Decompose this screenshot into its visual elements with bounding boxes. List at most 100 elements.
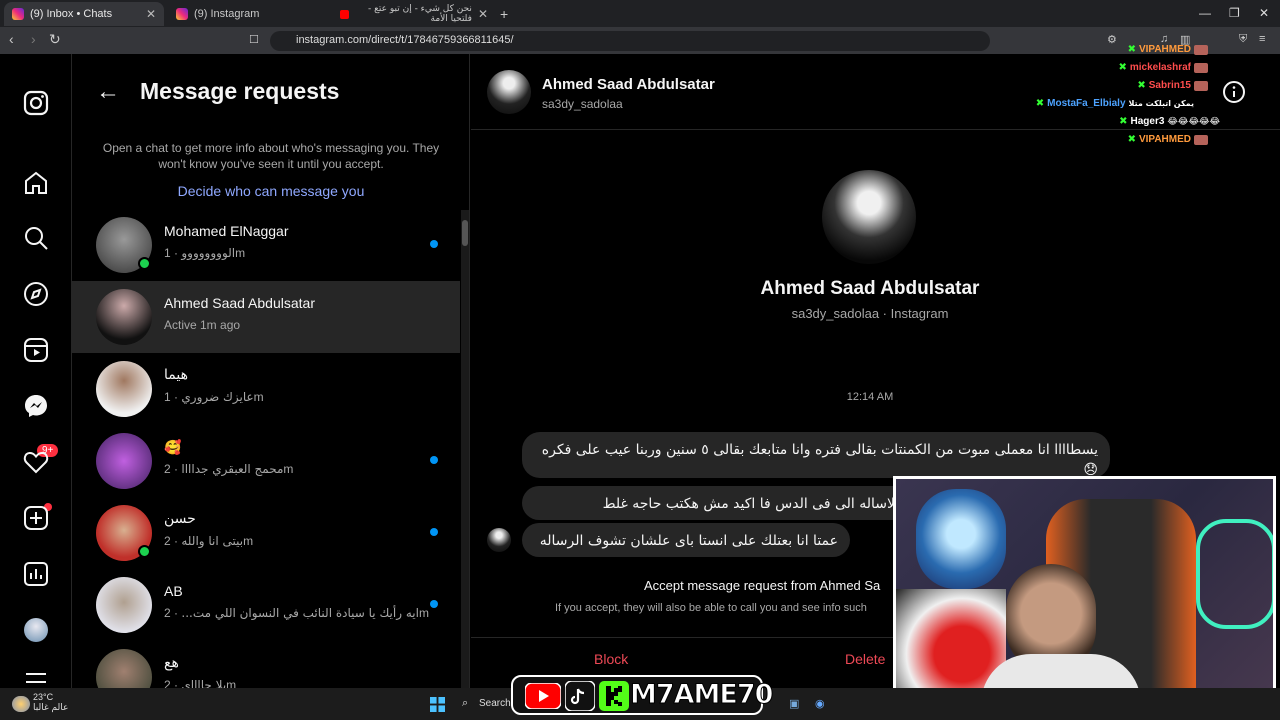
- scrollbar-thumb[interactable]: [462, 220, 468, 246]
- chat-header-name[interactable]: Ahmed Saad Abdulsatar: [542, 76, 715, 93]
- close-tab-icon[interactable]: ✕: [146, 7, 156, 21]
- taskbar-app-icon[interactable]: ▣: [789, 697, 799, 710]
- streamer-name: M7AME70: [629, 679, 773, 711]
- bookmark-icon[interactable]: ☐: [249, 33, 259, 46]
- instagram-favicon-icon: [12, 8, 24, 20]
- sender-avatar: [487, 528, 511, 552]
- dashboard-icon[interactable]: [22, 560, 50, 588]
- weather-description[interactable]: عالم غالبا: [33, 703, 68, 713]
- home-icon[interactable]: [22, 169, 50, 197]
- unread-dot: [430, 456, 438, 464]
- delete-button[interactable]: Delete: [845, 651, 885, 667]
- decide-who-link[interactable]: Decide who can message you: [72, 183, 470, 199]
- kick-icon: ✖: [1118, 62, 1127, 73]
- weather-icon[interactable]: [12, 696, 30, 712]
- youtube-favicon-icon: [340, 9, 350, 19]
- tab-instagram[interactable]: (9) Instagram: [168, 2, 328, 26]
- profile-subtitle: sa3dy_sadolaa · Instagram: [791, 306, 949, 321]
- preview-text: عايزك ضروري: [181, 390, 254, 404]
- request-name: Ahmed Saad Abdulsatar: [164, 295, 315, 311]
- block-button[interactable]: Block: [594, 651, 628, 667]
- taskbar-search-label[interactable]: Search: [479, 698, 511, 709]
- chat-header-username: sa3dy_sadolaa: [542, 97, 623, 111]
- heart-icon[interactable]: [22, 448, 50, 476]
- tab-inbox[interactable]: (9) Inbox • Chats ✕: [4, 2, 164, 26]
- request-preview: بيتى انا والله · 2m: [164, 534, 253, 548]
- request-row[interactable]: حسن بيتى انا والله · 2m: [72, 497, 460, 569]
- message-timestamp: 12:14 AM: [846, 391, 894, 403]
- message-requests-panel: ← Message requests Open a chat to get mo…: [72, 54, 470, 705]
- maximize-icon[interactable]: ❐: [1229, 6, 1240, 20]
- profile-name: Ahmed Saad Abdulsatar: [760, 278, 980, 299]
- url-text: instagram.com/direct/t/17846759366811645…: [296, 34, 514, 46]
- message-bubble[interactable]: العبه الاساله الى فى الدس فا اكيد مش هكت…: [522, 486, 942, 520]
- webcam-overlay: [893, 476, 1276, 716]
- avatar: [96, 289, 152, 345]
- preview-text: بيتى انا والله: [181, 534, 244, 548]
- stream-chat-line: ✖ Sabrin15: [1137, 80, 1208, 91]
- close-tab-icon[interactable]: ✕: [478, 7, 488, 21]
- messenger-icon[interactable]: [22, 392, 50, 420]
- preview-text: محمج العبقري جداااا: [181, 462, 284, 476]
- reels-icon[interactable]: [22, 336, 50, 364]
- chat-message: 😂😂😂😂😂: [1167, 116, 1220, 126]
- kick-icon: ✖: [1127, 134, 1136, 145]
- profile-avatar-large[interactable]: [822, 170, 916, 264]
- unread-dot: [430, 528, 438, 536]
- request-row-selected[interactable]: Ahmed Saad Abdulsatar Active 1m ago: [72, 281, 460, 353]
- search-icon[interactable]: [22, 224, 50, 252]
- back-icon[interactable]: ‹: [9, 31, 14, 47]
- kick-icon: ✖: [1127, 44, 1136, 55]
- kick-logo-icon: [599, 681, 629, 711]
- online-indicator: [138, 545, 151, 558]
- url-field[interactable]: instagram.com/direct/t/17846759366811645…: [270, 31, 990, 51]
- reload-icon[interactable]: ↻: [49, 31, 61, 48]
- accept-request-subtext: If you accept, they will also be able to…: [555, 602, 867, 614]
- windows-start-icon[interactable]: [430, 697, 445, 712]
- request-preview: ايه رأيك يا سيادة النائب في النسوان اللي…: [164, 606, 429, 620]
- tab-label: نحن كل شيء - إن تبو عتع - فلتحيا الأمة: [368, 4, 472, 24]
- instagram-sidebar: 9+: [0, 54, 72, 700]
- message-bubble[interactable]: يسطاااا انا معملى مبوت من الكمنتات بقالى…: [522, 432, 1110, 478]
- badge-icon: [1194, 44, 1208, 55]
- browser-address-bar: ‹ › ↻ ☐ instagram.com/direct/t/178467593…: [0, 27, 1280, 54]
- create-icon[interactable]: [22, 504, 50, 532]
- explore-icon[interactable]: [22, 280, 50, 308]
- avatar: [96, 577, 152, 633]
- more-menu-icon[interactable]: [22, 670, 50, 686]
- instagram-logo-icon[interactable]: [22, 89, 50, 117]
- request-name: هيما: [164, 367, 188, 383]
- back-arrow-icon[interactable]: ←: [96, 78, 120, 106]
- taskbar-search-icon[interactable]: ⌕: [462, 697, 468, 710]
- info-icon[interactable]: [1222, 80, 1246, 104]
- request-name: هع: [164, 655, 179, 671]
- request-row[interactable]: Mohamed ElNaggar الوووووووو · 1m: [72, 209, 460, 281]
- minimize-icon[interactable]: —: [1199, 6, 1211, 20]
- shield-icon[interactable]: ⛨: [1239, 33, 1247, 46]
- chat-username: VIPAHMED: [1138, 134, 1191, 145]
- close-window-icon[interactable]: ✕: [1259, 6, 1269, 20]
- chat-header-avatar[interactable]: [487, 70, 531, 114]
- mascot-figure: [916, 489, 1006, 589]
- profile-avatar[interactable]: [24, 618, 48, 642]
- accept-request-text: Accept message request from Ahmed Sa: [644, 578, 881, 593]
- scrollbar-track[interactable]: [461, 210, 469, 700]
- request-row[interactable]: هيما عايزك ضروري · 1m: [72, 353, 460, 425]
- chat-message: يمكن اتبلكت متلا: [1128, 99, 1194, 108]
- chat-username: Sabrin15: [1148, 80, 1191, 91]
- weather-temperature[interactable]: 23°C: [33, 692, 53, 702]
- message-bubble[interactable]: عمتا انا بعتلك على انستا باى علشان تشوف …: [522, 523, 850, 557]
- forward-icon[interactable]: ›: [31, 31, 36, 47]
- new-tab-button[interactable]: +: [500, 6, 508, 22]
- stream-chat-line: ✖ mickelashraf: [1118, 62, 1208, 73]
- request-row[interactable]: AB ايه رأيك يا سيادة النائب في النسوان ا…: [72, 569, 460, 641]
- request-preview: الوووووووو · 1m: [164, 246, 245, 260]
- instagram-favicon-icon: [176, 8, 188, 20]
- steam-icon[interactable]: ◉: [815, 697, 825, 710]
- request-row[interactable]: 🥰 محمج العبقري جداااا · 2m: [72, 425, 460, 497]
- tab-youtube[interactable]: نحن كل شيء - إن تبو عتع - فلتحيا الأمة ✕: [332, 2, 496, 26]
- extensions-icon[interactable]: ⚙: [1107, 33, 1117, 46]
- chat-username: MostaFa_Elbialy: [1047, 98, 1126, 109]
- stream-chat-line: ✖ VIPAHMED: [1128, 134, 1208, 145]
- menu-icon[interactable]: ≡: [1259, 33, 1265, 45]
